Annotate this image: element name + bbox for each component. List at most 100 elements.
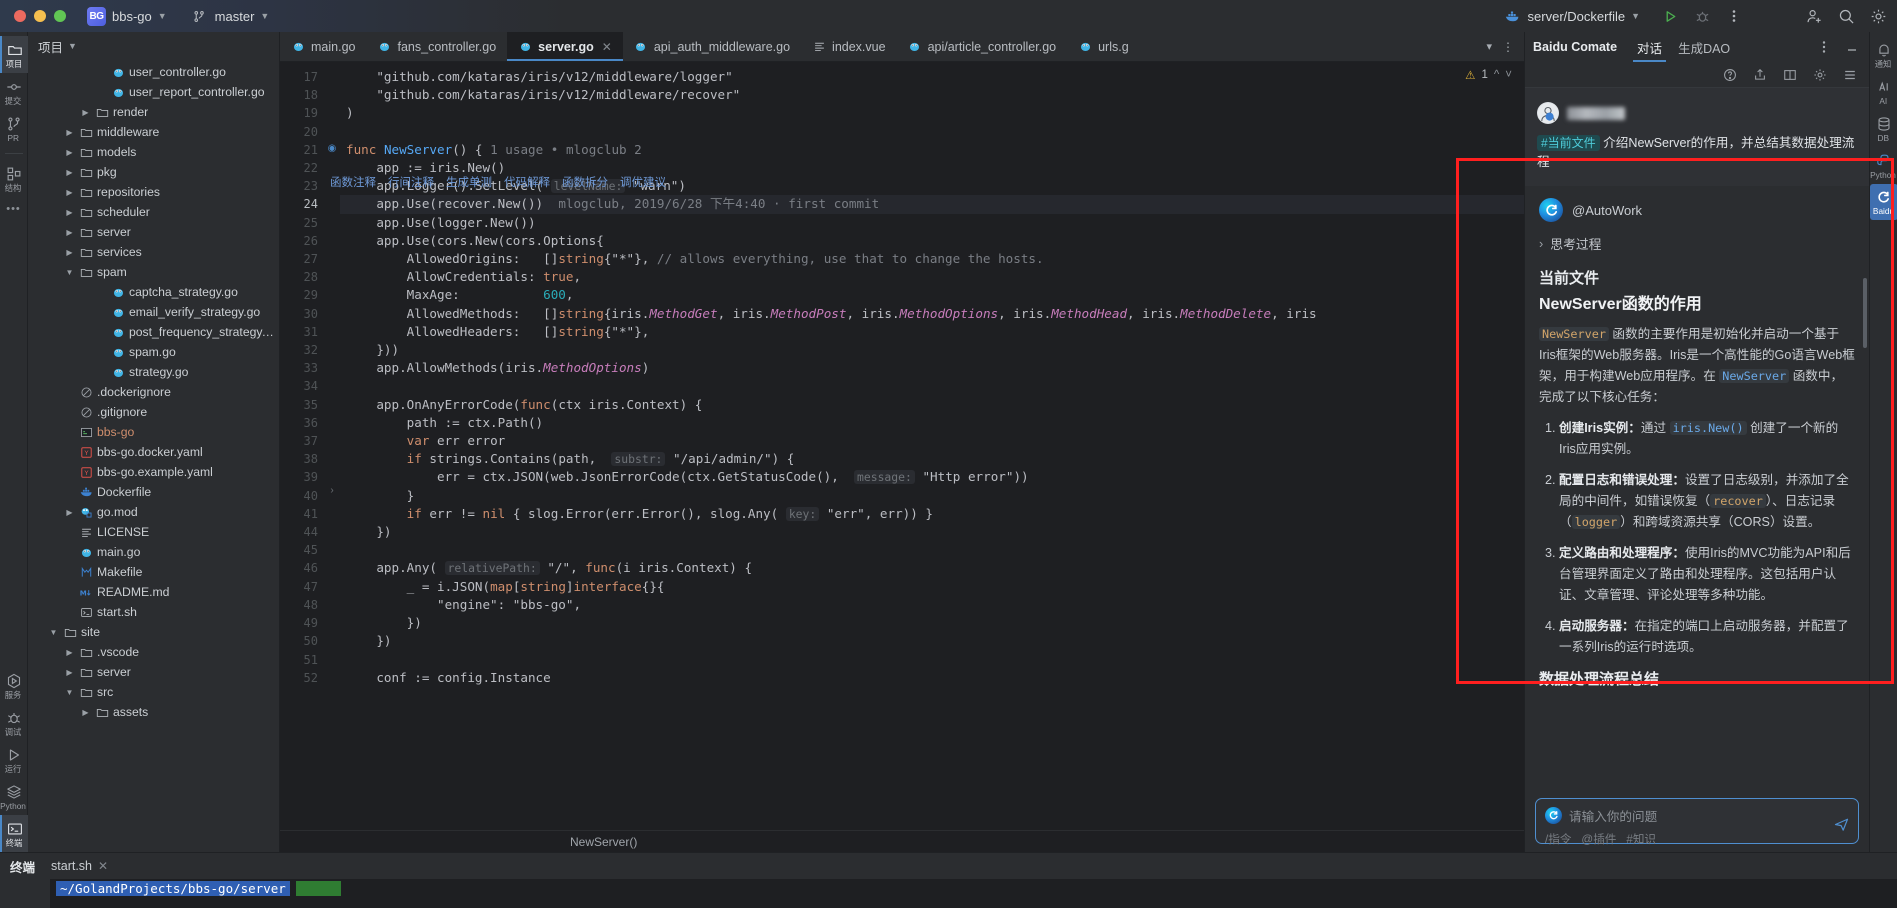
ai-input-box[interactable]: 请输入你的问题 /指令 @插件 #知识 [1535, 798, 1859, 847]
tree-item[interactable]: ▶MREADME.md [28, 582, 279, 602]
tree-item[interactable]: ▶ scheduler [28, 202, 279, 222]
editor-tab[interactable]: server.go ✕ [507, 32, 623, 61]
prev-problem-icon[interactable]: ^ [1494, 69, 1499, 81]
settings-icon[interactable] [1811, 66, 1829, 84]
code-line[interactable]: app.Any( relativePath: "/", func(i iris.… [346, 559, 1524, 577]
sidebar-item-python-console[interactable]: Python [1870, 147, 1897, 184]
chevron-down-icon[interactable]: ▼ [64, 268, 75, 277]
tree-item[interactable]: ▶.dockerignore [28, 382, 279, 402]
code-line[interactable]: "engine": "bbs-go", [346, 596, 1524, 614]
code-line[interactable] [346, 123, 1524, 141]
editor-tab[interactable]: fans_controller.go [366, 32, 507, 61]
ai-inline-action-bar[interactable]: 函数注释 行间注释 生成单测 代码解释 函数拆分 调优建议 [330, 174, 666, 190]
code-line[interactable]: }) [346, 614, 1524, 632]
code-line[interactable]: app.Use(cors.New(cors.Options{ [346, 232, 1524, 250]
sidebar-item-database[interactable]: DB [1870, 110, 1897, 147]
close-icon[interactable]: ✕ [602, 40, 612, 54]
tree-item[interactable]: ▶bbs-go [28, 422, 279, 442]
tree-item[interactable]: ▶email_verify_strategy.go [28, 302, 279, 322]
code-line[interactable]: if strings.Contains(path, substr: "/api/… [346, 450, 1524, 468]
tree-item[interactable]: ▶spam.go [28, 342, 279, 362]
sidebar-item-project[interactable]: 项目 [0, 36, 28, 73]
history-icon[interactable] [1841, 66, 1859, 84]
search-icon[interactable] [1837, 7, 1855, 25]
chevron-right-icon[interactable]: ▶ [64, 168, 75, 177]
code-line[interactable]: MaxAge: 600, [346, 286, 1524, 304]
usage-hint[interactable]: 1 usage [490, 142, 543, 157]
ai-action-代码解释[interactable]: 代码解释 [504, 174, 550, 190]
minimize-icon[interactable] [1843, 38, 1861, 56]
more-dots-icon[interactable]: ••• [6, 197, 21, 221]
hint-plugin[interactable]: @插件 [1581, 831, 1616, 847]
minimize-window-button[interactable] [34, 10, 46, 22]
branch-selector[interactable]: master ▼ [184, 4, 277, 28]
editor-tab[interactable]: urls.g [1067, 32, 1140, 61]
code-line[interactable]: }) [346, 632, 1524, 650]
tree-item[interactable]: ▶ repositories [28, 182, 279, 202]
sidebar-item-debug[interactable]: 调试 [0, 704, 28, 741]
code-line[interactable]: AllowedMethods: []string{iris.MethodGet,… [346, 305, 1524, 323]
tree-item[interactable]: ▶Dockerfile [28, 482, 279, 502]
project-selector[interactable]: BG bbs-go ▼ [80, 4, 174, 29]
inspection-status[interactable]: ⚠ 1 ^ ˅ [1465, 68, 1512, 82]
chevron-right-icon[interactable]: ▶ [64, 148, 75, 157]
maximize-window-button[interactable] [54, 10, 66, 22]
tree-item[interactable]: ▼ spam [28, 262, 279, 282]
chevron-right-icon[interactable]: ▶ [64, 248, 75, 257]
code-editor[interactable]: 17 18 19 20 21 22 23 24 25 26 27 28 29 30 31 32 33 34 35 36… [280, 62, 1524, 830]
more-vertical-icon[interactable]: ⋮ [1502, 40, 1514, 54]
ai-action-调优建议[interactable]: 调优建议 [620, 174, 666, 190]
code-line[interactable]: }) [346, 523, 1524, 541]
project-file-tree[interactable]: ▶user_controller.go▶user_report_controll… [28, 60, 279, 852]
terminal-tab-start-sh[interactable]: start.sh ✕ [51, 859, 108, 873]
run-configuration-selector[interactable]: server/Dockerfile ▼ [1497, 4, 1647, 28]
ai-conversation-scroll[interactable]: #当前文件 介绍NewServer的作用，并总结其数据处理流程 @AutoWor… [1525, 88, 1869, 794]
thought-process-toggle[interactable]: › 思考过程 [1539, 234, 1855, 253]
tree-item[interactable]: ▶user_controller.go [28, 62, 279, 82]
tree-item[interactable]: ▶captcha_strategy.go [28, 282, 279, 302]
code-line[interactable]: err = ctx.JSON(web.JsonErrorCode(ctx.Get… [346, 468, 1524, 486]
window-controls[interactable] [10, 10, 66, 22]
chevron-right-icon[interactable]: ▶ [64, 508, 75, 517]
breadcrumb[interactable]: NewServer() [280, 830, 1524, 852]
close-window-button[interactable] [14, 10, 26, 22]
ai-action-函数注释[interactable]: 函数注释 [330, 174, 376, 190]
code-line[interactable]: "github.com/kataras/iris/v12/middleware/… [346, 86, 1524, 104]
tree-item[interactable]: ▶ server [28, 662, 279, 682]
tree-item[interactable]: ▶.gitignore [28, 402, 279, 422]
help-icon[interactable] [1721, 66, 1739, 84]
tree-item[interactable]: ▶ go.mod [28, 502, 279, 522]
chevron-down-icon[interactable]: ▼ [64, 688, 75, 697]
code-line[interactable]: app.Use(recover.New()) mlogclub, 2019/6/… [340, 195, 1524, 214]
sidebar-item-baidu-comate[interactable]: Baidu [1869, 184, 1897, 220]
tree-item[interactable]: ▶user_report_controller.go [28, 82, 279, 102]
code-line[interactable]: if err != nil { slog.Error(err.Error(), … [346, 505, 1524, 523]
sidebar-item-terminal[interactable]: 终端 [0, 815, 28, 852]
editor-tab[interactable]: api/article_controller.go [897, 32, 1068, 61]
code-line[interactable]: })) [346, 341, 1524, 359]
code-line[interactable]: _ = i.JSON(map[string]interface{}{ [346, 578, 1524, 596]
tree-item[interactable]: ▼ site [28, 622, 279, 642]
tree-item[interactable]: ▶ render [28, 102, 279, 122]
editor-tab[interactable]: index.vue [801, 32, 897, 61]
tree-item[interactable]: ▶Ybbs-go.example.yaml [28, 462, 279, 482]
tree-item[interactable]: ▶ middleware [28, 122, 279, 142]
split-icon[interactable] [1781, 66, 1799, 84]
share-icon[interactable] [1751, 66, 1769, 84]
hint-knowledge[interactable]: #知识 [1626, 831, 1656, 847]
sidebar-item-python[interactable]: Python [0, 778, 28, 815]
code-line[interactable]: var err error [346, 432, 1524, 450]
code-line[interactable]: path := ctx.Path() [346, 414, 1524, 432]
chevron-right-icon[interactable]: ▶ [64, 208, 75, 217]
close-icon[interactable]: ✕ [98, 859, 108, 873]
tree-item[interactable]: ▶ assets [28, 702, 279, 722]
ai-action-生成单测[interactable]: 生成单测 [446, 174, 492, 190]
sidebar-item-structure[interactable]: 结构 [0, 160, 28, 197]
code-line[interactable]: app.OnAnyErrorCode(func(ctx iris.Context… [346, 396, 1524, 414]
project-panel-header[interactable]: 项目 ▼ [28, 32, 279, 60]
chevron-right-icon[interactable]: ▶ [80, 108, 91, 117]
code-line[interactable]: ) [346, 104, 1524, 122]
ai-panel-scrollbar[interactable] [1863, 278, 1867, 348]
tree-item[interactable]: ▶ pkg [28, 162, 279, 182]
tree-item[interactable]: ▶strategy.go [28, 362, 279, 382]
